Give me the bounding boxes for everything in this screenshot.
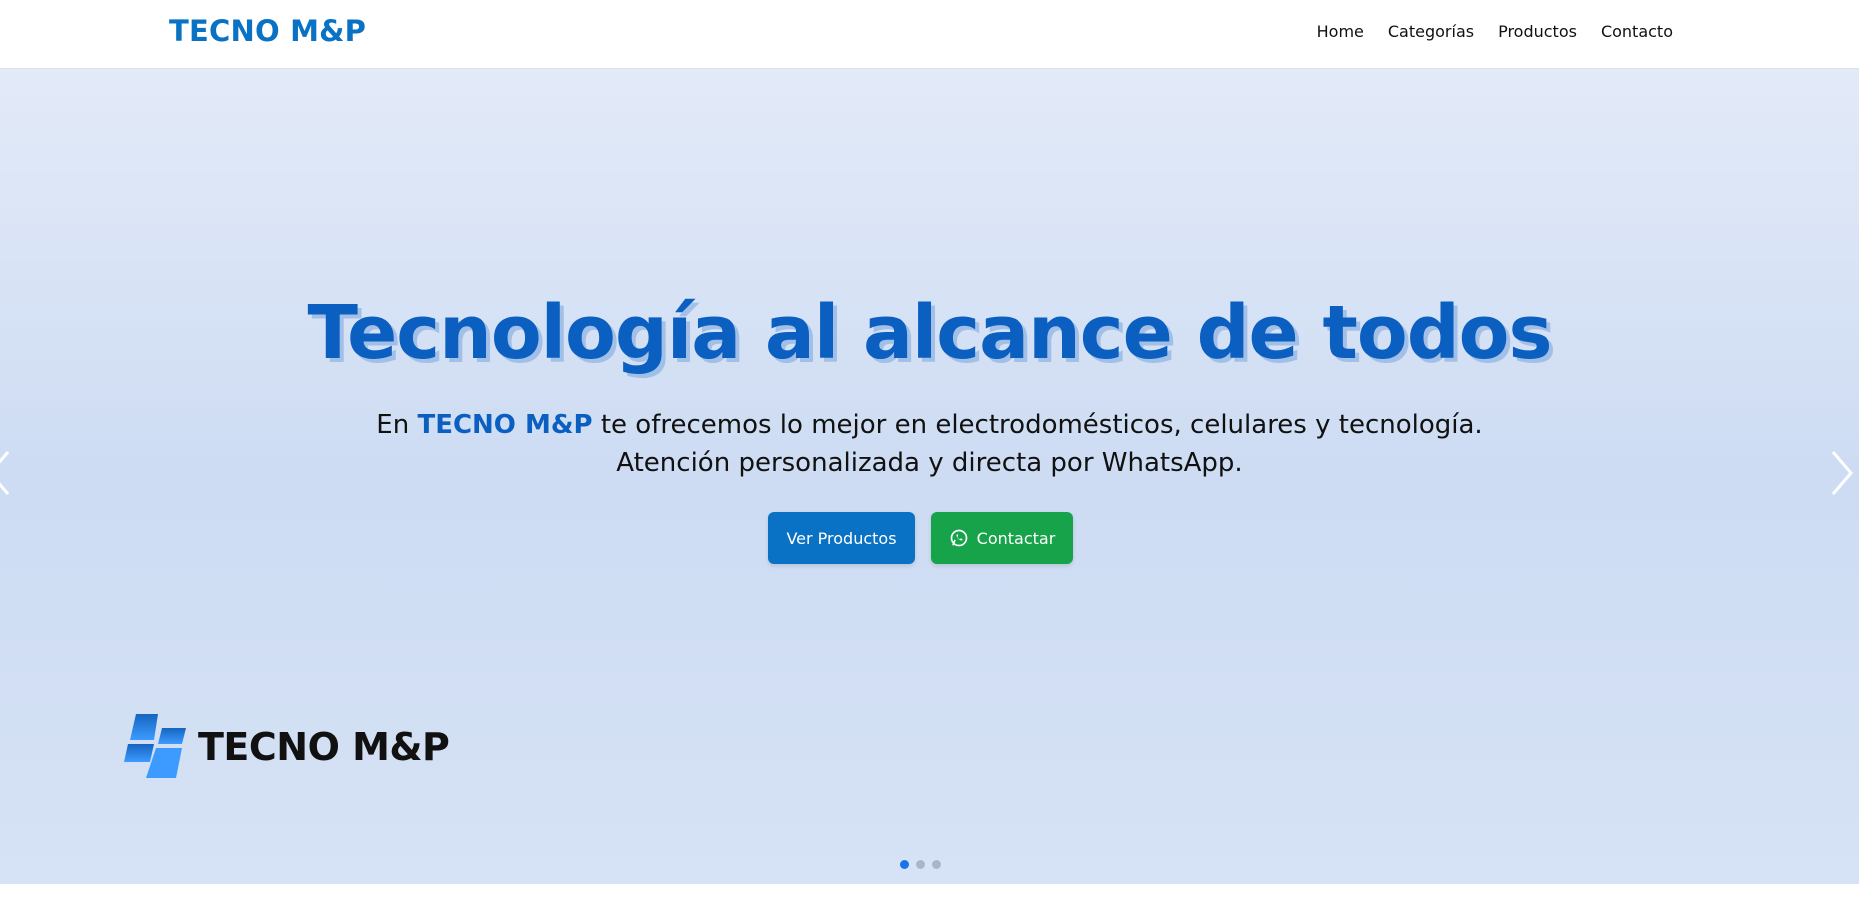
hero-subtitle-prefix: En [376,410,418,440]
hero-subtitle: En TECNO M&P te ofrecemos lo mejor en el… [0,406,1859,482]
nav-link-productos[interactable]: Productos [1498,22,1577,41]
contact-label: Contactar [976,528,1056,548]
carousel-dot-1[interactable] [900,860,909,869]
hero-subtitle-brand: TECNO M&P [417,410,593,440]
contact-whatsapp-button[interactable]: Contactar [931,512,1073,564]
nav-link-categorias[interactable]: Categorías [1388,22,1474,41]
chevron-left-icon[interactable] [0,448,16,498]
top-navbar: TECNO M&P Home Categorías Productos Cont… [0,0,1859,68]
chevron-right-icon[interactable] [1827,448,1857,498]
hero-carousel: Tecnología al alcance de todos En TECNO … [0,68,1859,884]
hero-subtitle-rest: te ofrecemos lo mejor en electrodoméstic… [592,410,1483,440]
nav-link-home[interactable]: Home [1317,22,1364,41]
logo-text: TECNO M&P [198,725,450,769]
hero-subtitle-line2: Atención personalizada y directa por Wha… [616,448,1243,478]
hero-title: Tecnología al alcance de todos [307,290,1552,376]
carousel-indicators [900,860,941,869]
view-products-label: Ver Productos [786,528,897,548]
carousel-dot-3[interactable] [932,860,941,869]
hero-buttons: Ver Productos Contactar [768,512,1073,564]
hero-logo: TECNO M&P [124,714,450,780]
whatsapp-icon [950,529,968,547]
nav-links: Home Categorías Productos Contacto [1317,22,1673,41]
carousel-dot-2[interactable] [916,860,925,869]
brand-logo-link[interactable]: TECNO M&P [169,14,366,48]
nav-link-contacto[interactable]: Contacto [1601,22,1673,41]
view-products-button[interactable]: Ver Productos [768,512,915,564]
logo-grid-icon [124,714,186,778]
